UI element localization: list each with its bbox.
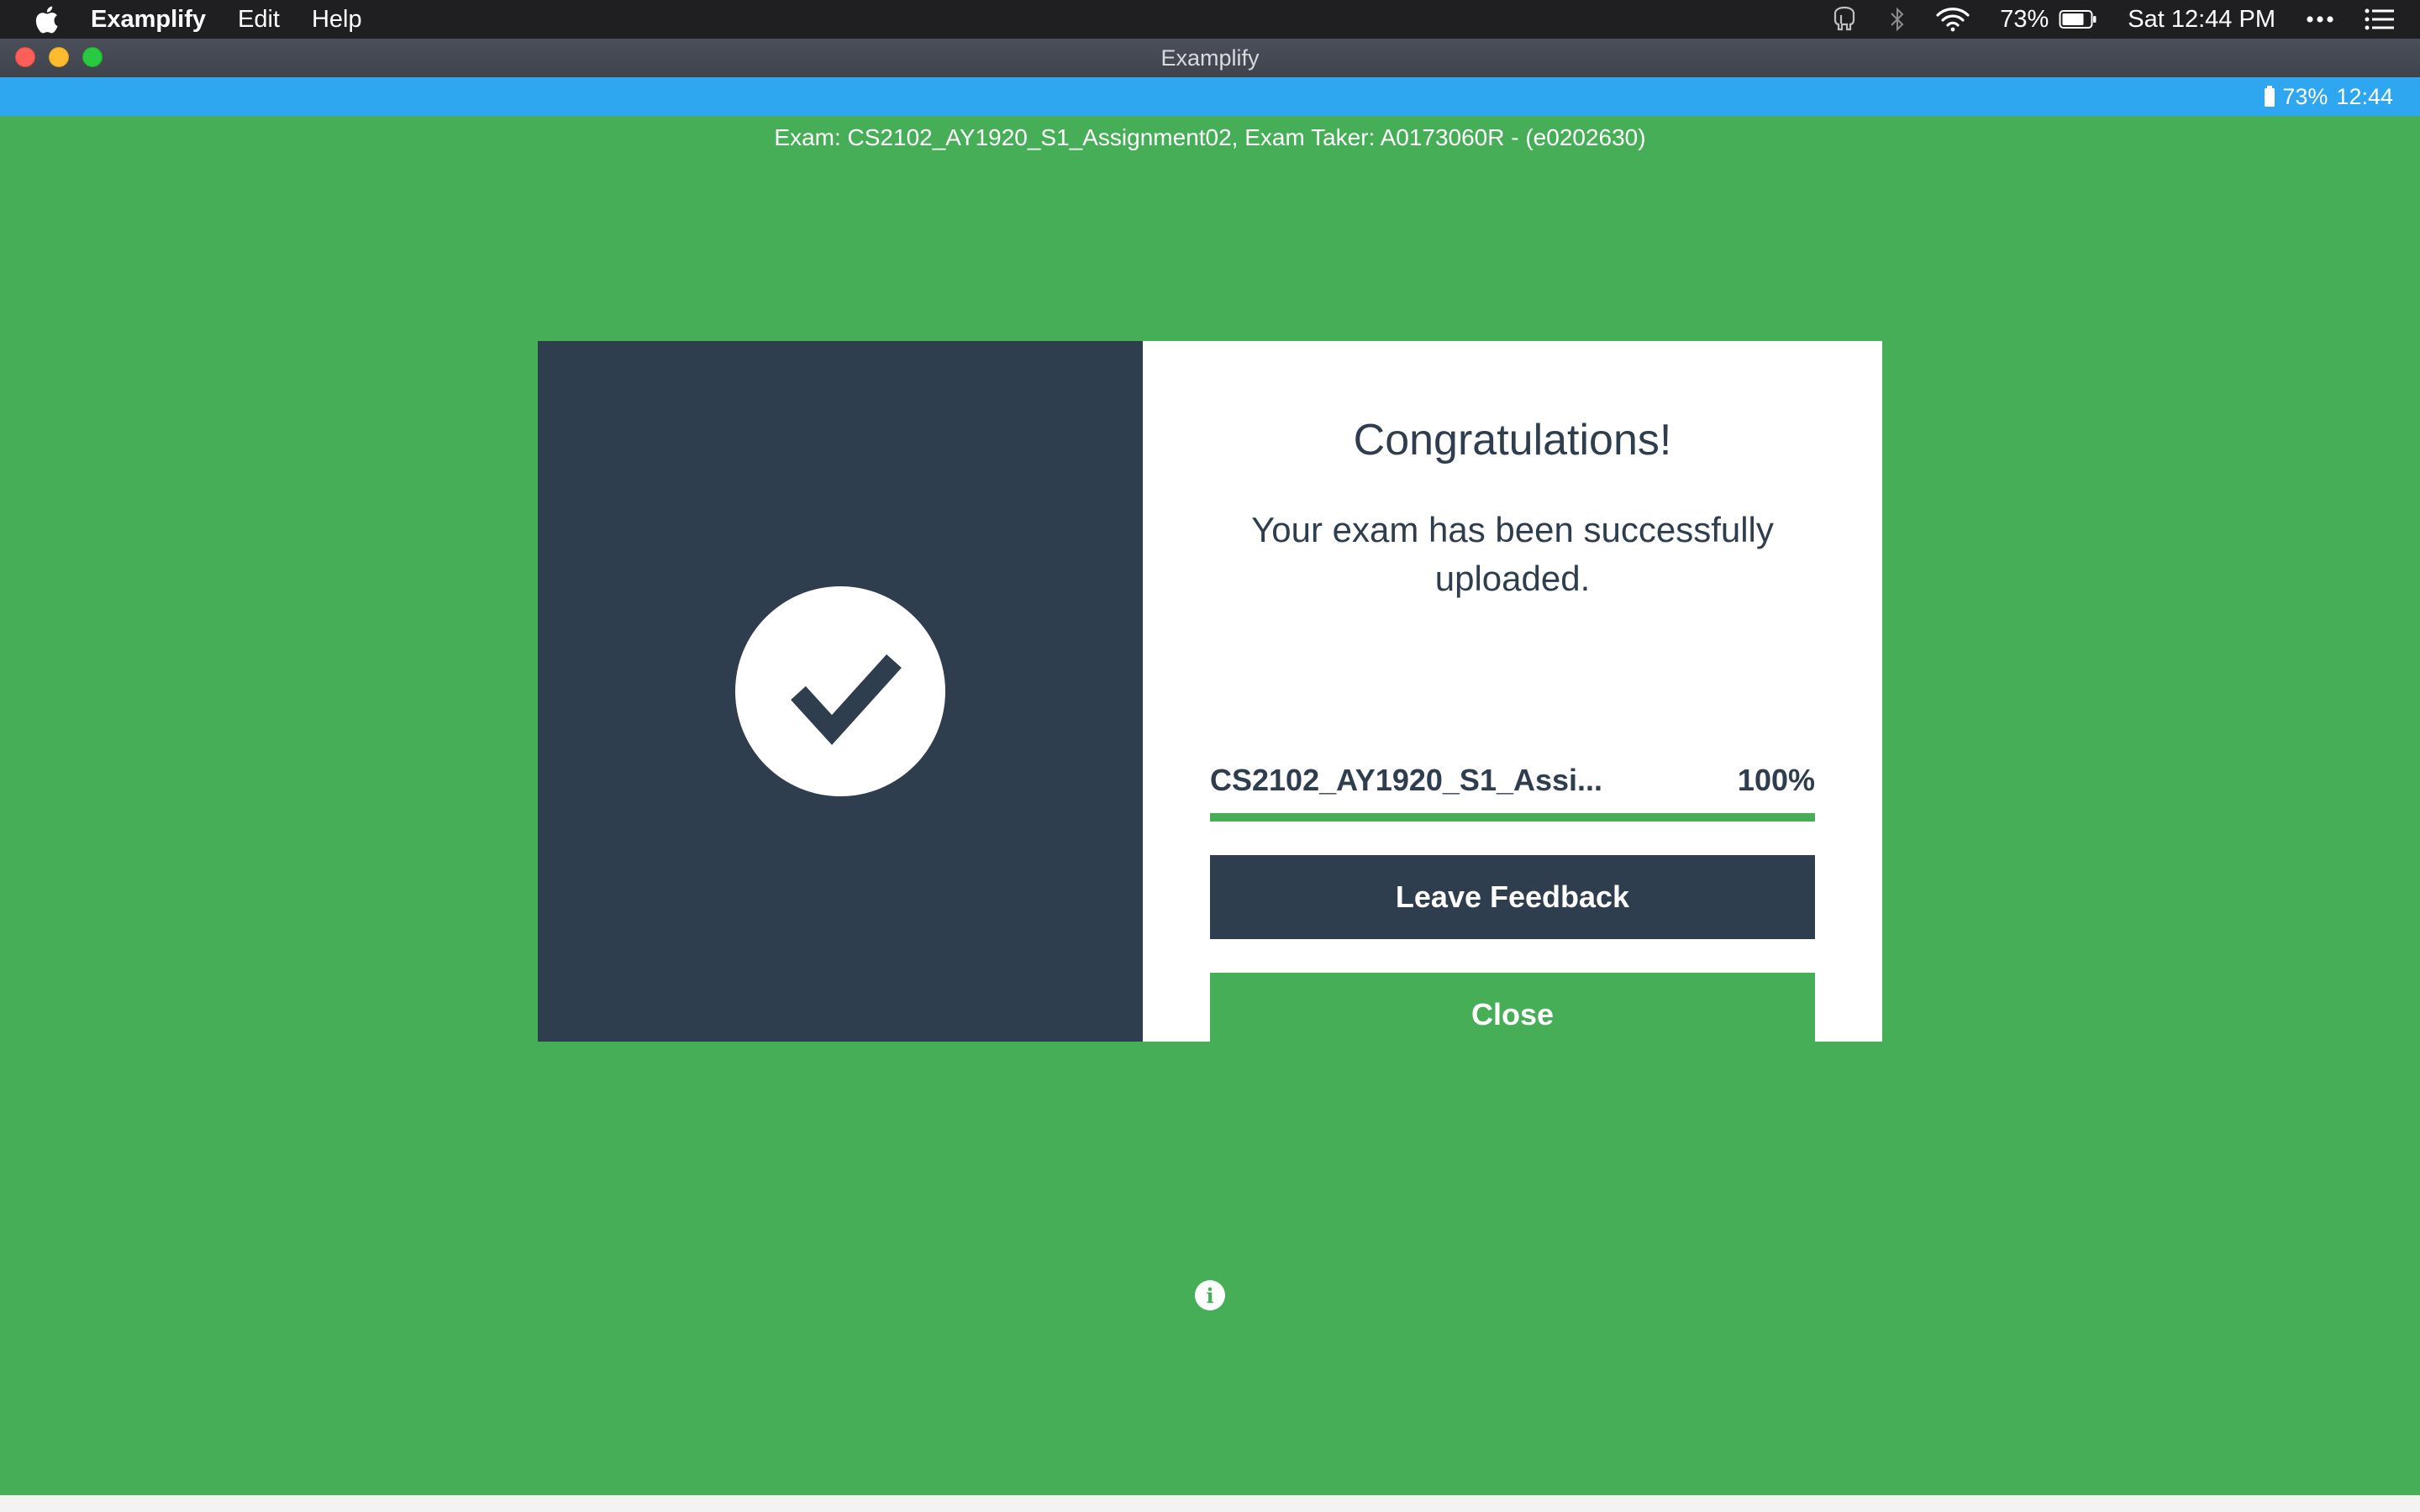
menu-help[interactable]: Help — [312, 6, 362, 34]
close-window-button[interactable] — [15, 47, 35, 67]
upload-progress-bar — [1210, 813, 1815, 822]
notification-center-icon[interactable] — [2365, 8, 2395, 31]
close-button[interactable]: Close — [1210, 973, 1815, 1057]
more-icon[interactable] — [2306, 15, 2334, 24]
menu-edit[interactable]: Edit — [238, 6, 280, 34]
window-title-bar[interactable]: Examplify — [0, 39, 2420, 78]
dialog-content-panel: Congratulations! Your exam has been succ… — [1143, 341, 1882, 1057]
battery-icon[interactable] — [2059, 9, 2097, 29]
app-battery-status: 73% 12:44 — [2264, 77, 2393, 116]
app-time: 12:44 — [2336, 83, 2393, 109]
apple-icon[interactable] — [34, 5, 59, 34]
dialog-message: Your exam has been successfully uploaded… — [1251, 510, 1774, 598]
battery-percent: 73% — [2000, 5, 2049, 33]
menu-bar-status: 73% Sat 12:44 PM — [1800, 0, 2395, 39]
app-status-strip: 73% 12:44 — [0, 77, 2420, 116]
upload-success-dialog: Congratulations! Your exam has been succ… — [538, 341, 1882, 1057]
dialog-heading: Congratulations! — [1353, 416, 1672, 465]
upload-progress-label: 100% — [1737, 763, 1815, 797]
wifi-icon[interactable] — [1936, 7, 1970, 32]
upload-file-name: CS2102_AY1920_S1_Assi... — [1210, 763, 1603, 797]
app-battery-percent: 73% — [2282, 83, 2328, 109]
checkmark-icon — [735, 586, 945, 796]
menu-bar: Examplify Edit Help 73% Sat 12:44 PM — [0, 0, 2420, 39]
upload-progress-row: CS2102_AY1920_S1_Assi... 100% — [1210, 763, 1815, 798]
zoom-window-button[interactable] — [82, 47, 103, 67]
minimize-window-button[interactable] — [49, 47, 69, 67]
upload-progress-fill — [1210, 813, 1815, 822]
dialog-icon-panel — [538, 341, 1143, 1042]
menu-app-name[interactable]: Examplify — [91, 6, 206, 34]
battery-icon — [2264, 86, 2275, 108]
exam-info: Exam: CS2102_AY1920_S1_Assignment02, Exa… — [774, 124, 1646, 150]
menu-clock[interactable]: Sat 12:44 PM — [2128, 6, 2275, 34]
leave-feedback-button[interactable]: Leave Feedback — [1210, 855, 1815, 939]
info-icon[interactable]: i — [1195, 1280, 1225, 1310]
elephant-icon[interactable] — [1830, 5, 1859, 34]
window-controls — [15, 47, 116, 67]
window-title: Examplify — [1160, 45, 1260, 71]
window-bottom-edge — [0, 1495, 2420, 1512]
bluetooth-icon[interactable] — [1889, 6, 1906, 33]
